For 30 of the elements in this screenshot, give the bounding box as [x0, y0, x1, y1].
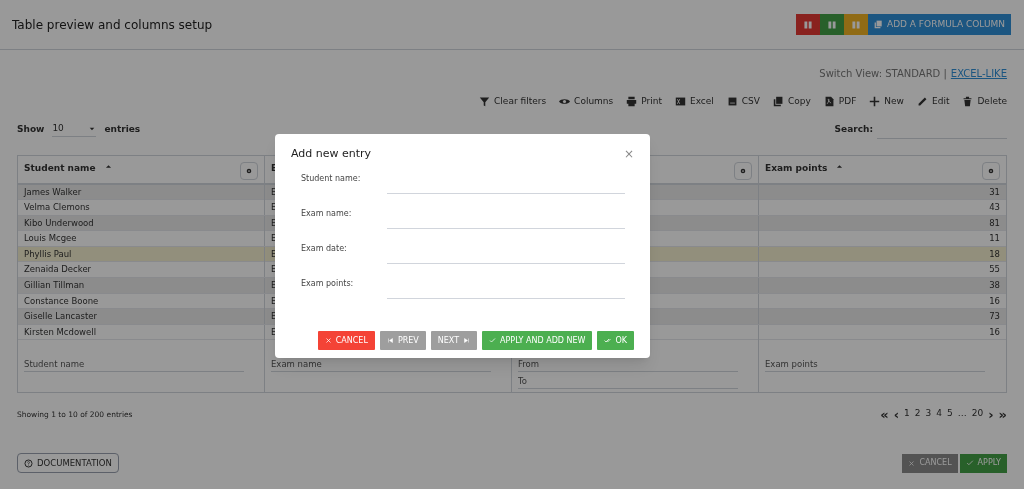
- field-label: Student name:: [301, 172, 362, 185]
- field-label: Exam points:: [301, 277, 355, 290]
- search-label: Search:: [834, 122, 873, 136]
- table-cell: Gillian Tillman: [24, 280, 85, 291]
- field-label: Exam name:: [301, 207, 353, 220]
- table-cell: Velma Clemons: [24, 202, 90, 213]
- table-cell: 55: [989, 264, 1000, 275]
- table-cell: 43: [989, 202, 1000, 213]
- modal-title: Add new entry: [291, 146, 372, 162]
- table-cell: 16: [989, 326, 1000, 337]
- table-cell: 81: [989, 217, 1000, 228]
- table-cell: Phyllis Paul: [24, 248, 72, 259]
- table-cell: 16: [989, 295, 1000, 306]
- switch-view-label: Switch View: STANDARD |: [819, 67, 947, 81]
- table-cell: James Walker: [24, 186, 82, 197]
- table-cell: 73: [989, 311, 1000, 322]
- table-cell: Giselle Lancaster: [24, 311, 97, 322]
- show-label: Show: [17, 122, 45, 136]
- table-cell: Kirsten Mcdowell: [24, 326, 97, 337]
- entries-label: entries: [104, 122, 141, 136]
- table-cell: 31: [989, 186, 1000, 197]
- table-cell: Louis Mcgee: [24, 233, 77, 244]
- field-label: Exam date:: [301, 242, 348, 255]
- page-title: Table preview and columns setup: [12, 16, 213, 34]
- table-cell: Kibo Underwood: [24, 217, 94, 228]
- table-cell: Constance Boone: [24, 295, 99, 306]
- table-cell: Zenaida Decker: [24, 264, 92, 275]
- table-cell: 11: [989, 233, 1000, 244]
- table-cell: 38: [989, 280, 1000, 291]
- table-cell: 18: [989, 248, 1000, 259]
